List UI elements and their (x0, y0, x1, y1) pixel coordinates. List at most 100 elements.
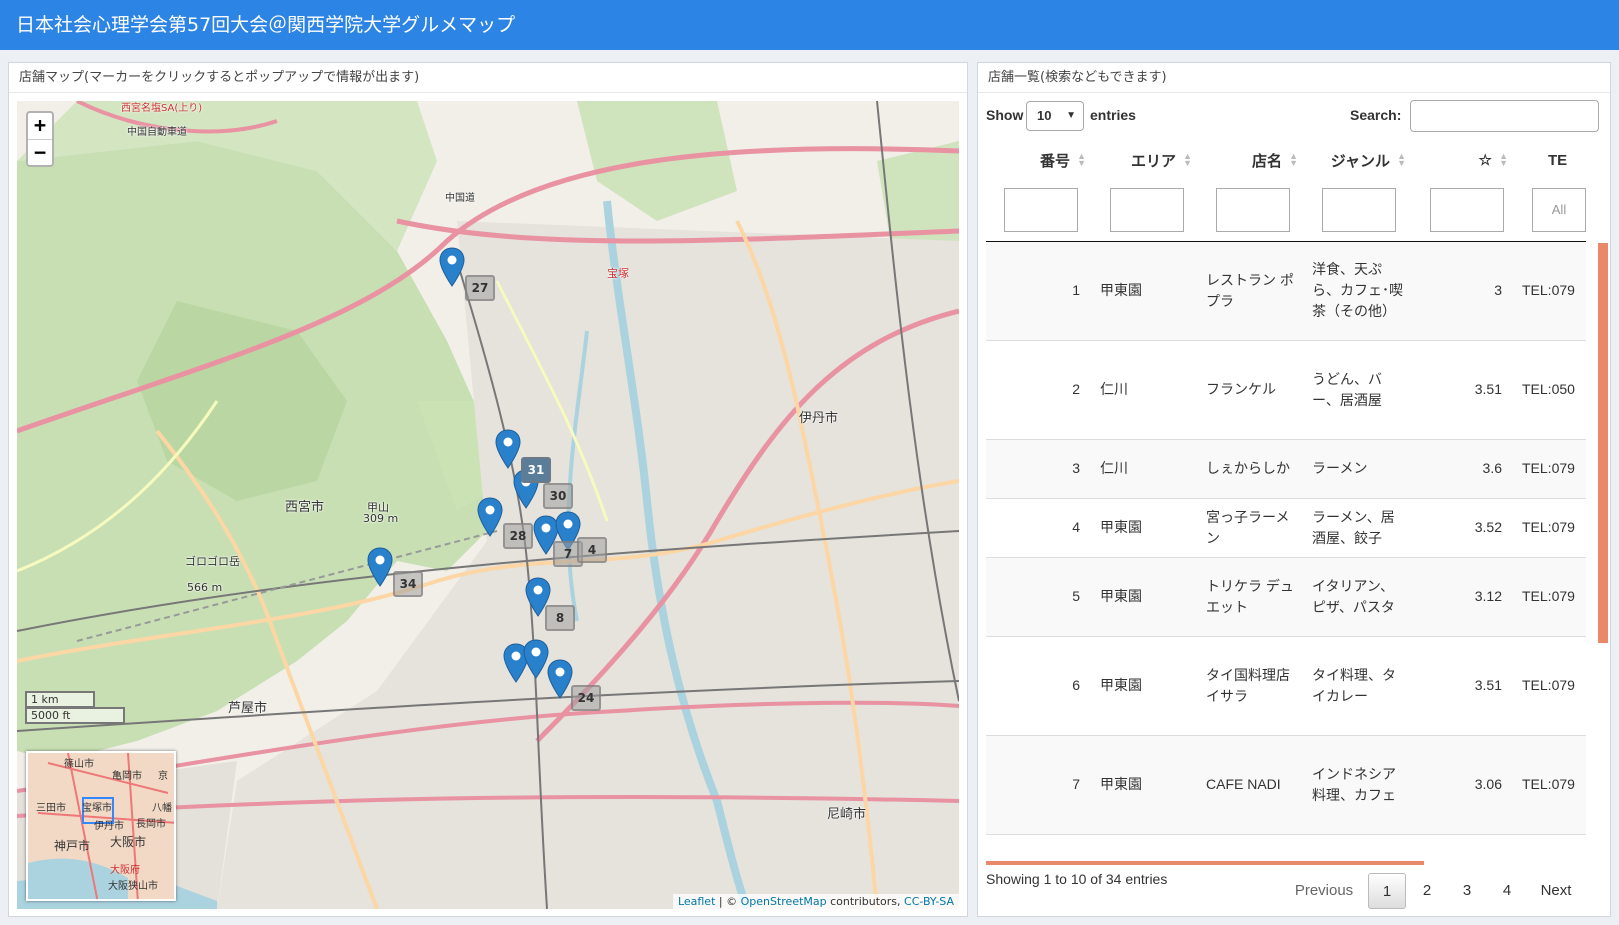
sort-icon: ▲ ▼ (1183, 151, 1192, 168)
zoom-out-button[interactable]: − (28, 139, 52, 165)
map-label-sa: 西宮名塩SA(上り) (121, 103, 203, 114)
map-marker-icon[interactable] (547, 659, 573, 699)
map-marker-icon[interactable] (523, 639, 549, 679)
column-header-tel[interactable]: TE (1514, 141, 1586, 179)
filter-cell (1412, 179, 1514, 242)
column-header-name[interactable]: 店名 ▲ ▼ (1198, 141, 1304, 179)
map-marker-icon[interactable] (439, 247, 465, 287)
page-button-2[interactable]: 2 (1408, 873, 1446, 909)
map-label-ashiya: 芦屋市 (228, 701, 268, 716)
filter-cell (1198, 179, 1304, 242)
list-panel: 店舗一覧(検索などもできます) Show 10 ▼ entries Search… (977, 62, 1611, 917)
zoom-control: + − (26, 111, 54, 167)
page-length-select[interactable]: 10 ▼ (1026, 101, 1084, 131)
previous-button[interactable]: Previous (1284, 873, 1364, 909)
filter-genre-input[interactable] (1322, 187, 1396, 232)
minimap-label: 大阪市 (110, 835, 147, 849)
filter-number-input[interactable] (1004, 187, 1078, 232)
minimap-label: 大阪府 (110, 865, 140, 876)
marker-cluster[interactable]: 27 (465, 275, 495, 301)
marker-cluster[interactable]: 24 (571, 685, 601, 711)
column-header-genre[interactable]: ジャンル ▲ ▼ (1304, 141, 1412, 179)
filter-cell (1304, 179, 1412, 242)
sort-icon: ▲ ▼ (1499, 151, 1508, 168)
scale-ft: 5000 ft (25, 707, 125, 724)
map-label-gorogoro-elev: 566 m (187, 581, 223, 594)
filter-area-input[interactable] (1110, 187, 1184, 232)
search-label: Search: (1350, 107, 1402, 123)
scale-km: 1 km (25, 691, 95, 708)
minimap-label: 大阪狭山市 (108, 881, 158, 892)
app-title: 日本社会心理学会第57回大会＠関西学院大学グルメマップ (0, 0, 1619, 50)
table-row[interactable]: 7 甲東園 CAFE NADI インドネシア料理、カフェ 3.06 TEL:07… (986, 735, 1586, 835)
minimap[interactable]: 篠山市 亀岡市 京 三田市 宝塚市 八幡 伊丹市 長岡市 神戸市 大阪市 大阪府… (26, 751, 176, 901)
table-row[interactable]: 5 甲東園 トリケラ デュエット イタリアン、ピザ、パスタ 3.12 TEL:0… (986, 557, 1586, 637)
search-input[interactable] (1410, 100, 1599, 132)
filter-name-input[interactable] (1216, 187, 1290, 232)
table-row[interactable]: 4 甲東園 宮っ子ラーメン ラーメン、居酒屋、餃子 3.52 TEL:079 (986, 498, 1586, 558)
map-label-kabutoyama-elev: 309 m (363, 512, 399, 525)
osm-link[interactable]: OpenStreetMap (741, 895, 827, 908)
column-header-area[interactable]: エリア ▲ ▼ (1092, 141, 1198, 179)
horizontal-scrollbar[interactable] (986, 861, 1424, 865)
table-row[interactable]: 2 仁川 フランケル うどん、バー、居酒屋 3.51 TEL:050 (986, 340, 1586, 440)
map-panel-title: 店舗マップ(マーカーをクリックするとポップアップで情報が出ます) (9, 63, 967, 93)
filter-tel-input[interactable]: All (1532, 187, 1586, 232)
map-panel: 店舗マップ(マーカーをクリックするとポップアップで情報が出ます) 西宮市 伊丹市… (8, 62, 968, 917)
marker-cluster[interactable]: 31 (521, 457, 551, 483)
chevron-down-icon: ▼ (1066, 110, 1076, 121)
minimap-label: 京 (158, 771, 168, 782)
license-link[interactable]: CC-BY-SA (904, 895, 954, 908)
filter-cell (1092, 179, 1198, 242)
filter-cell: All (1514, 179, 1586, 242)
minimap-label: 神戸市 (54, 839, 91, 853)
map-marker-icon[interactable] (495, 429, 521, 469)
minimap-label: 亀岡市 (112, 771, 142, 782)
show-label: Show (986, 107, 1024, 123)
column-header-star[interactable]: ☆ ▲ ▼ (1412, 141, 1514, 179)
page-button-3[interactable]: 3 (1448, 873, 1486, 909)
filter-star-input[interactable] (1430, 187, 1504, 232)
marker-cluster[interactable]: 30 (543, 483, 573, 509)
next-button[interactable]: Next (1530, 873, 1582, 909)
map-label-chugokudo: 中国道 (445, 193, 475, 204)
store-table: 番号 ▲ ▼ エリア ▲ ▼ 店名 ▲ ▼ ジャンル ▲ ▼ ☆ ▲ ▼ TE All 1 甲東園 … (986, 141, 1586, 835)
minimap-label: 八幡 (152, 803, 172, 814)
map-attribution: Leaflet | © OpenStreetMap contributors, … (672, 894, 959, 909)
map-label-amagasaki: 尼崎市 (827, 807, 867, 822)
page-button-1[interactable]: 1 (1368, 873, 1406, 909)
map-label-takarazuka: 宝塚 (607, 267, 629, 280)
minimap-label: 篠山市 (64, 759, 94, 770)
list-panel-title: 店舗一覧(検索などもできます) (978, 63, 1610, 93)
marker-cluster[interactable]: 8 (545, 605, 575, 631)
filter-cell (986, 179, 1092, 242)
sort-icon: ▲ ▼ (1397, 151, 1406, 168)
table-info: Showing 1 to 10 of 34 entries (986, 871, 1168, 887)
page-button-4[interactable]: 4 (1488, 873, 1526, 909)
map-label-nishinomiya: 西宮市 (285, 500, 325, 515)
map-marker-icon[interactable] (477, 497, 503, 537)
zoom-in-button[interactable]: + (28, 113, 52, 139)
leaflet-link[interactable]: Leaflet (678, 895, 715, 908)
minimap-label: 宝塚市 (82, 803, 112, 814)
minimap-label: 伊丹市 (94, 821, 124, 832)
marker-cluster[interactable]: 28 (503, 523, 533, 549)
vertical-scrollbar[interactable] (1598, 243, 1608, 643)
marker-cluster[interactable]: 4 (577, 537, 607, 563)
table-row[interactable]: 3 仁川 しぇからしか ラーメン 3.6 TEL:079 (986, 439, 1586, 499)
map-marker-icon[interactable] (367, 547, 393, 587)
minimap-label: 長岡市 (136, 819, 166, 830)
entries-label: entries (1090, 107, 1136, 123)
table-row[interactable]: 1 甲東園 レストラン ポプラ 洋食、天ぷら、カフェ･喫茶（その他） 3 TEL… (986, 241, 1586, 341)
table-row[interactable]: 6 甲東園 タイ国料理店 イサラ タイ料理、タイカレー 3.51 TEL:079 (986, 636, 1586, 736)
leaflet-map[interactable]: 西宮市 伊丹市 芦屋市 尼崎市 甲山 309 m ゴロゴロ岳 566 m 宝塚 … (17, 101, 959, 909)
minimap-label: 三田市 (36, 803, 66, 814)
marker-cluster[interactable]: 34 (393, 571, 423, 597)
sort-icon: ▲ ▼ (1289, 151, 1298, 168)
map-label-itami: 伊丹市 (799, 411, 839, 426)
map-label-expressway: 中国自動車道 (127, 127, 187, 138)
column-header-number[interactable]: 番号 ▲ ▼ (986, 141, 1092, 179)
datatable-controls: Show 10 ▼ entries Search: (986, 99, 1606, 135)
sort-icon: ▲ ▼ (1077, 151, 1086, 168)
map-label-gorogoro: ゴロゴロ岳 (185, 555, 240, 568)
